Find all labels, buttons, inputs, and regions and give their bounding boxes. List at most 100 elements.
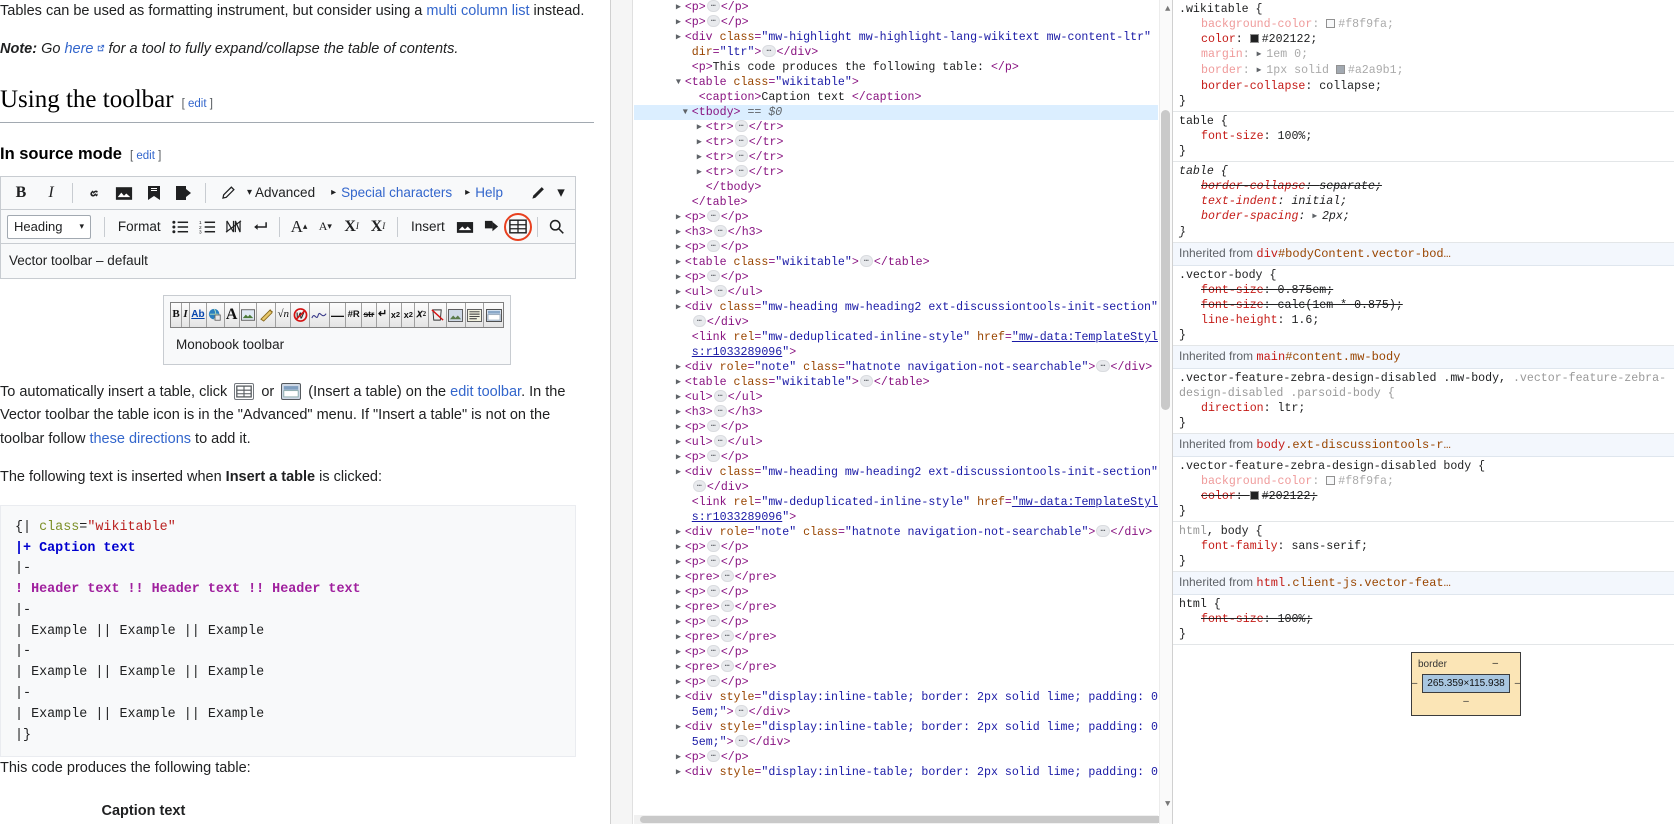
newline-icon[interactable] <box>248 214 272 240</box>
dom-node-row[interactable]: ▶ <div role="note" class="hatnote navigat… <box>634 525 1158 540</box>
expand-ellipsis-icon[interactable]: ⋯ <box>706 270 720 282</box>
css-selector[interactable]: .vector-body { <box>1179 268 1674 283</box>
dom-attribute-link[interactable]: s:r1033289096 <box>692 346 782 359</box>
css-property-name[interactable]: direction <box>1201 402 1264 415</box>
css-property-name[interactable]: border-spacing <box>1201 210 1298 223</box>
monobook-hrule-button[interactable]: — <box>329 303 347 328</box>
expand-ellipsis-icon[interactable]: ⋯ <box>706 750 720 762</box>
disclosure-triangle-closed-icon[interactable]: ▶ <box>676 360 685 375</box>
advanced-menu-button[interactable]: ▾ Advanced <box>247 182 321 204</box>
box-model-dimensions[interactable]: 265.359×115.938 <box>1422 674 1510 693</box>
disclosure-triangle-closed-icon[interactable]: ▶ <box>676 210 685 225</box>
monobook-superscript-button[interactable]: x2 <box>389 303 403 328</box>
reference-icon[interactable] <box>170 180 198 206</box>
dom-horizontal-scroll-thumb[interactable] <box>640 816 1170 823</box>
toolbar-chevron-down-icon[interactable]: ▾ <box>553 180 569 206</box>
css-property-name[interactable]: font-family <box>1201 540 1278 553</box>
expand-shorthand-icon[interactable]: ▶ <box>1312 209 1322 224</box>
disclosure-triangle-closed-icon[interactable]: ▶ <box>697 165 706 180</box>
disclosure-triangle-closed-icon[interactable]: ▶ <box>676 615 685 630</box>
dom-node-row[interactable]: ▶ <div class="mw-heading mw-heading2 ext-… <box>634 465 1158 480</box>
dom-node-row[interactable]: 5em;"> ⋯ </div> <box>634 705 1158 720</box>
dom-node-row[interactable]: ▶ <p> ⋯ </p> <box>634 0 1158 15</box>
expand-ellipsis-icon[interactable]: ⋯ <box>734 165 748 177</box>
dom-node-row[interactable]: <link rel = "mw-deduplicated-inline-style"… <box>634 330 1158 345</box>
superscript-button[interactable]: XI <box>339 214 363 240</box>
css-rule[interactable]: .vector-feature-zebra-design-disabled .m… <box>1173 369 1674 434</box>
css-declaration[interactable]: background-color: #f8f9fa; <box>1179 474 1674 489</box>
bold-button[interactable]: B <box>7 180 35 206</box>
dom-node-row[interactable]: ▼<tbody> == $0 <box>634 103 1158 120</box>
expand-ellipsis-icon[interactable]: ⋯ <box>1096 525 1110 537</box>
pen-icon[interactable] <box>523 180 551 206</box>
disclosure-triangle-closed-icon[interactable]: ▶ <box>676 660 685 675</box>
dom-node-row[interactable]: ▶ <pre> ⋯ </pre> <box>634 570 1158 585</box>
expand-shorthand-icon[interactable]: ▶ <box>1257 63 1267 78</box>
monobook-gallery-icon[interactable] <box>447 303 466 328</box>
dom-node-row[interactable]: ⋯ </div> <box>634 315 1158 330</box>
dom-node-row[interactable]: ▶ <p> ⋯ </p> <box>634 615 1158 630</box>
dom-node-row[interactable]: dir="ltr"> ⋯ </div> <box>634 45 1158 60</box>
css-declaration[interactable]: font-size: 100%; <box>1179 612 1674 627</box>
monobook-bold-button[interactable]: B <box>171 303 182 328</box>
dom-node-row[interactable]: ▶ <div role="note" class="hatnote navigat… <box>634 360 1158 375</box>
monobook-remove-format-icon[interactable] <box>428 303 448 328</box>
disclosure-triangle-closed-icon[interactable]: ▶ <box>676 435 685 450</box>
highlight-icon[interactable] <box>213 180 241 206</box>
disclosure-triangle-closed-icon[interactable]: ▶ <box>676 0 685 15</box>
dom-node-row[interactable]: ▶ <tr> ⋯ </tr> <box>634 165 1158 180</box>
expand-ellipsis-icon[interactable]: ⋯ <box>713 435 727 447</box>
heading-select[interactable]: Heading ▾ <box>7 214 91 239</box>
css-declaration[interactable]: background-color: #f8f9fa; <box>1179 17 1674 32</box>
dom-node-row[interactable]: ▶ <ul> ⋯ </ul> <box>634 435 1158 450</box>
css-declaration[interactable]: border-collapse: collapse; <box>1179 79 1674 94</box>
css-declaration[interactable]: border: ▶ 1px solid #a2a9b1; <box>1179 63 1674 79</box>
monobook-signature-icon[interactable] <box>309 303 330 328</box>
disclosure-triangle-closed-icon[interactable]: ▶ <box>676 540 685 555</box>
css-property-name[interactable]: font-size <box>1201 130 1264 143</box>
dom-node-row[interactable]: ▶ <p> ⋯ </p> <box>634 450 1158 465</box>
expand-ellipsis-icon[interactable]: ⋯ <box>720 630 734 642</box>
expand-ellipsis-icon[interactable]: ⋯ <box>706 450 720 462</box>
css-property-value[interactable]: 1.6; <box>1291 314 1319 327</box>
css-rule[interactable]: table {border-collapse: separate; text-in… <box>1173 162 1674 243</box>
css-property-value[interactable]: separate; <box>1319 180 1382 193</box>
dom-node-row[interactable]: ▶ <p> ⋯ </p> <box>634 645 1158 660</box>
disclosure-triangle-closed-icon[interactable]: ▶ <box>676 645 685 660</box>
dom-node-row[interactable]: ▶ <div class="mw-highlight mw-highlight-l… <box>634 30 1158 45</box>
dom-node-row[interactable]: 5em;"> ⋯ </div> <box>634 735 1158 750</box>
css-declaration[interactable]: font-family: sans-serif; <box>1179 539 1674 554</box>
css-property-name[interactable]: background-color <box>1201 475 1312 488</box>
disclosure-triangle-closed-icon[interactable]: ▶ <box>676 285 685 300</box>
multi-column-list-link[interactable]: multi column list <box>426 3 529 19</box>
expand-ellipsis-icon[interactable]: ⋯ <box>734 150 748 162</box>
expand-ellipsis-icon[interactable]: ⋯ <box>720 660 734 672</box>
css-property-value[interactable]: sans-serif; <box>1291 540 1368 553</box>
expand-ellipsis-icon[interactable]: ⋯ <box>1096 360 1110 372</box>
css-property-value[interactable]: ltr; <box>1278 402 1306 415</box>
disclosure-triangle-closed-icon[interactable]: ▶ <box>676 240 685 255</box>
css-declaration[interactable]: font-size: 0.875em; <box>1179 283 1674 298</box>
css-property-value[interactable]: 2px; <box>1322 210 1350 223</box>
edit-toolbar-link[interactable]: edit toolbar <box>450 384 521 400</box>
css-selector[interactable]: table { <box>1179 114 1674 129</box>
disclosure-triangle-closed-icon[interactable]: ▶ <box>676 300 685 315</box>
css-property-name[interactable]: line-height <box>1201 314 1278 327</box>
monobook-subscript-button[interactable]: x2 <box>402 303 416 328</box>
color-swatch[interactable] <box>1335 65 1345 74</box>
scroll-down-arrow-icon[interactable]: ▼ <box>1165 797 1170 812</box>
dom-node-row[interactable]: <link rel = "mw-deduplicated-inline-style"… <box>634 495 1158 510</box>
css-declaration[interactable]: direction: ltr; <box>1179 401 1674 416</box>
disclosure-triangle-closed-icon[interactable]: ▶ <box>676 525 685 540</box>
dom-node-row[interactable]: <p>This code produces the following tabl… <box>634 60 1158 75</box>
color-swatch[interactable] <box>1326 476 1336 485</box>
insert-image-icon[interactable] <box>453 214 477 240</box>
expand-ellipsis-icon[interactable]: ⋯ <box>713 390 727 402</box>
css-selector[interactable]: table { <box>1179 164 1674 179</box>
monobook-list-icon[interactable] <box>465 303 485 328</box>
css-property-value[interactable]: #202122; <box>1262 490 1318 503</box>
expand-ellipsis-icon[interactable]: ⋯ <box>706 675 720 687</box>
expand-ellipsis-icon[interactable]: ⋯ <box>859 255 873 267</box>
dom-node-row[interactable]: ▶ <div style="display:inline-table; borde… <box>634 765 1158 780</box>
disclosure-triangle-closed-icon[interactable]: ▶ <box>676 390 685 405</box>
